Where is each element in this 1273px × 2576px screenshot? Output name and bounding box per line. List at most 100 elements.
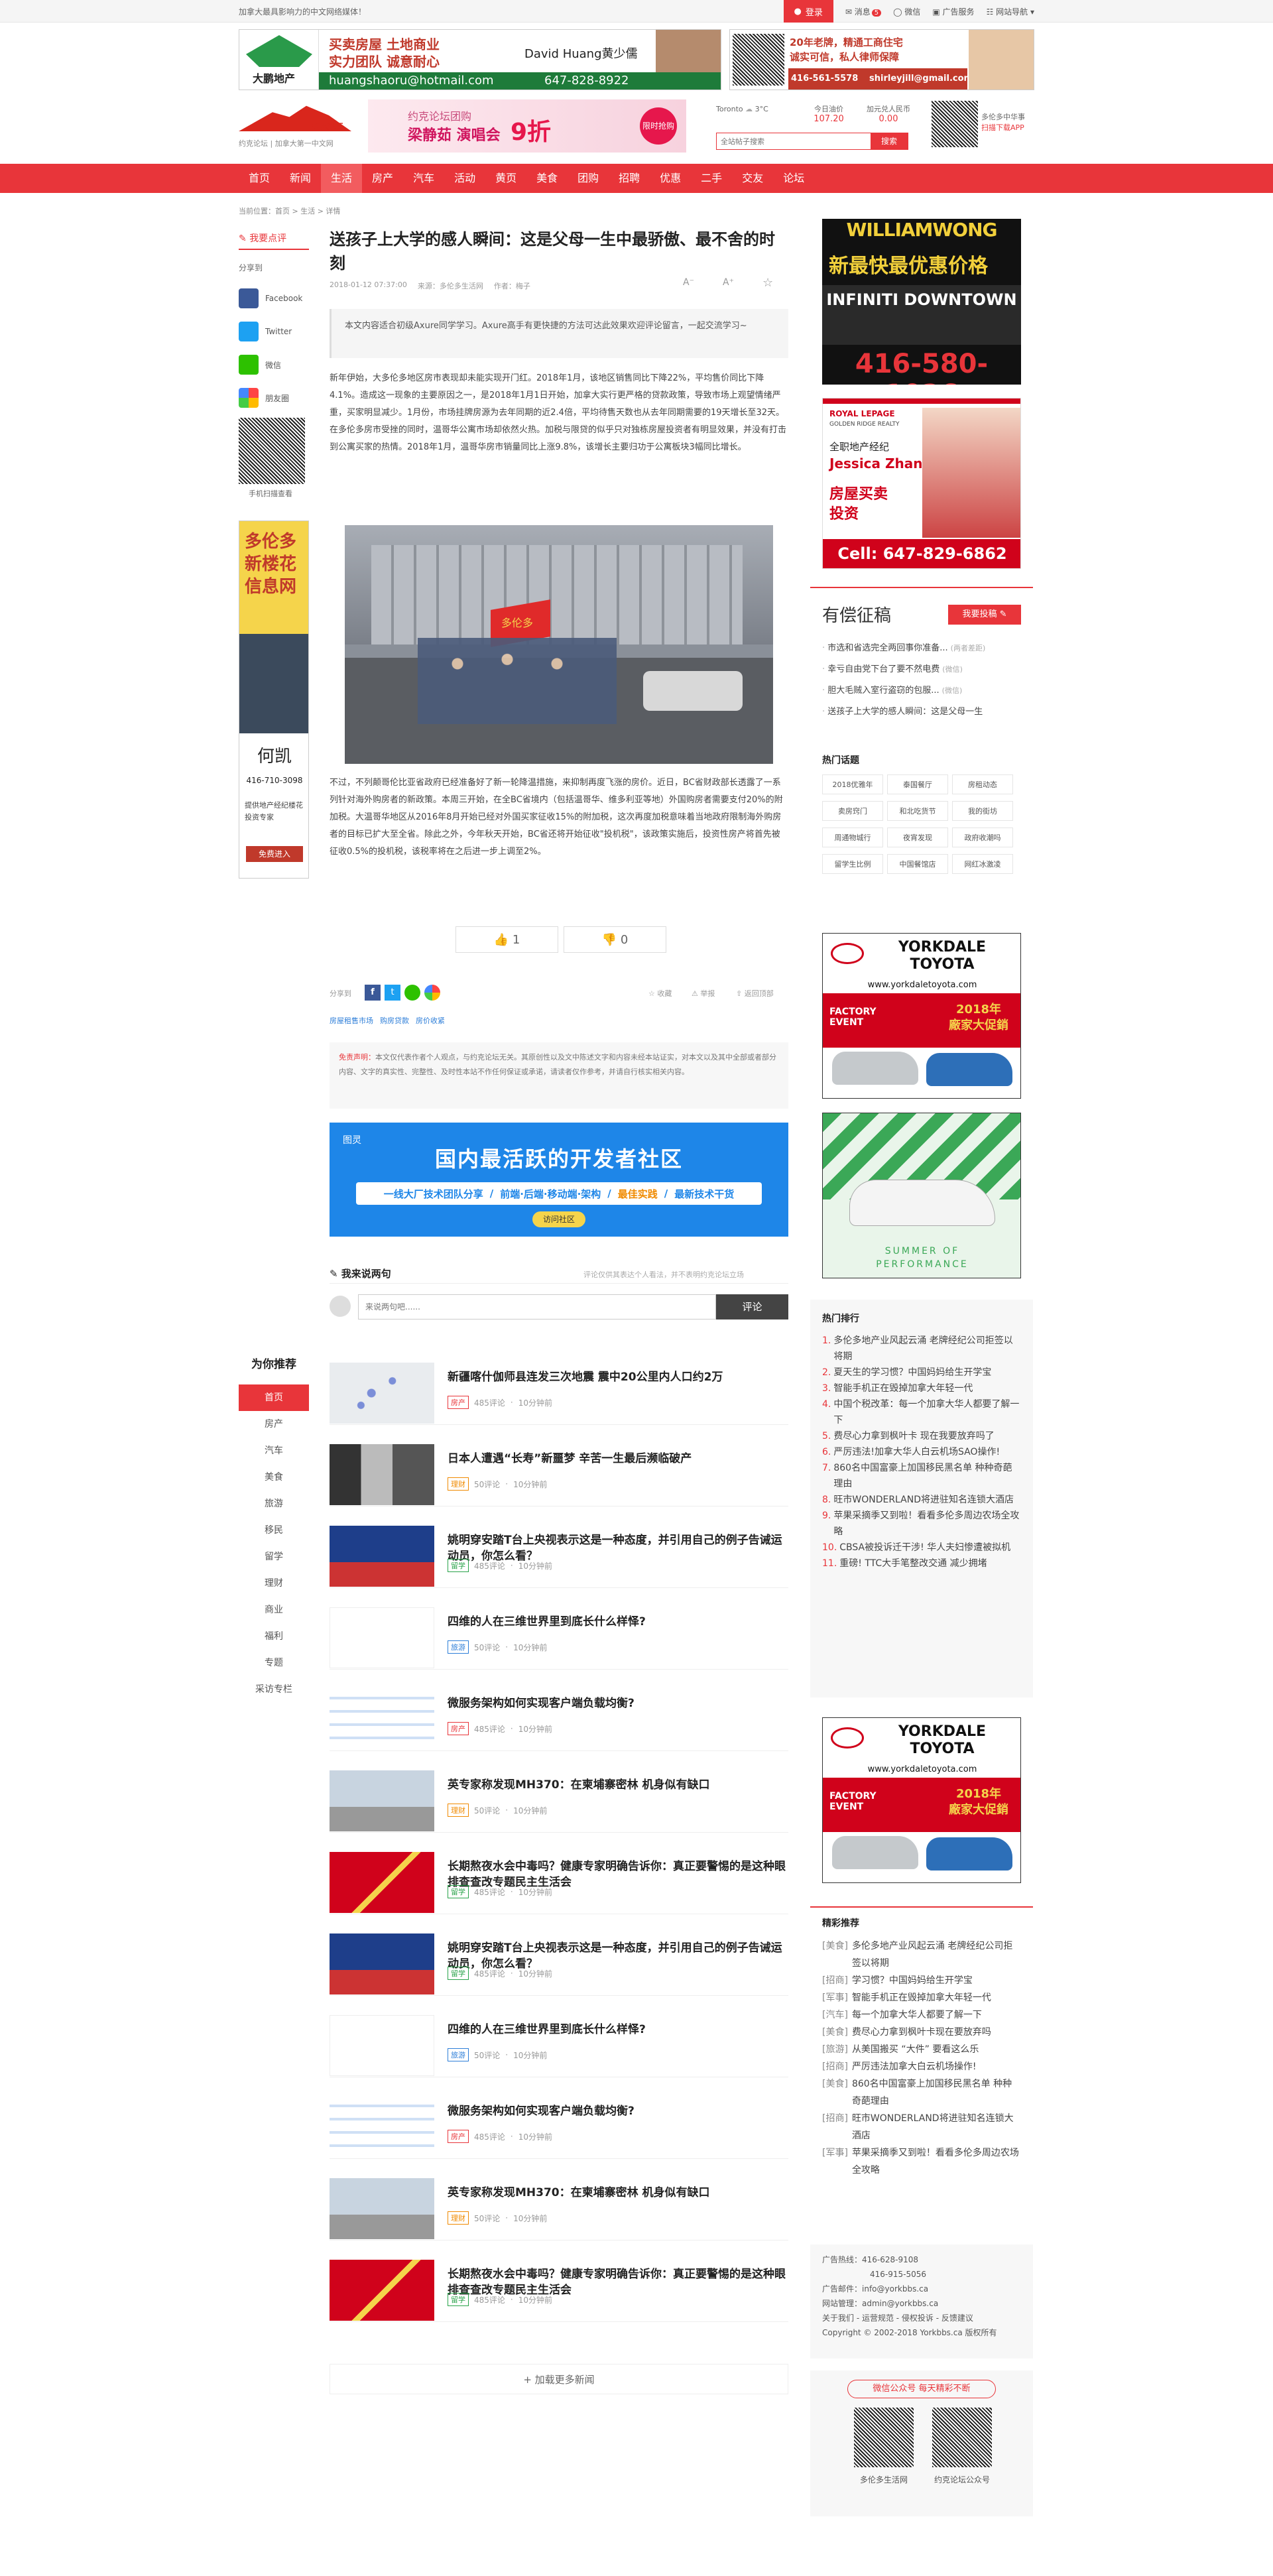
hot-rank-item[interactable]: 10. CBSA被投诉迁干涉! 华人夫妇惨遭被拟机 — [822, 1540, 1021, 1556]
article-tag[interactable]: 购房贷款 — [380, 1015, 409, 1026]
feed-item[interactable]: 微服务架构如何实现客户端负载均衡? 房产 485评论 · 10分钟前 — [330, 1681, 788, 1751]
hot-rank-item[interactable]: 3. 智能手机正在毁掉加拿大年轻一代 — [822, 1380, 1021, 1396]
nav-item[interactable]: 生活 — [321, 164, 363, 193]
nav-item[interactable]: 美食 — [526, 164, 568, 193]
search-button[interactable]: 搜索 — [871, 133, 908, 149]
wanted-item[interactable]: · 送孩子上大学的感人瞬间：这是父母一生 — [822, 702, 1021, 723]
real-estate-banner-ad[interactable]: 大鹏地产 买卖房屋 土地商业 实力团队 诚意耐心 David Huang黄少儒 … — [239, 29, 721, 90]
pick-item[interactable]: [美食] 860名中国富豪上加国移民黑名单 种种奇葩理由 — [822, 2075, 1021, 2110]
back-to-top-button[interactable]: ⇧ 返回顶部 — [736, 988, 774, 999]
infiniti-ad[interactable]: WILLIAMWONG 新最快最优惠价格 INFINITI DOWNTOWN 4… — [822, 219, 1021, 385]
login-button[interactable]: ● 登录 — [783, 0, 833, 23]
hot-topic-tag[interactable]: 和北吃货节 — [887, 801, 948, 821]
nav-item[interactable]: 交友 — [732, 164, 773, 193]
nav-item[interactable]: 论坛 — [773, 164, 814, 193]
feed-item[interactable]: 日本人遭遇“长寿”新噩梦 辛苦一生最后濒临破产 理财 50评论 · 10分钟前 — [330, 1436, 788, 1506]
pick-item[interactable]: [军事] 苹果采摘季又到啦！看看多伦多周边农场全攻略 — [822, 2144, 1021, 2179]
hot-topic-tag[interactable]: 卖房窍门 — [822, 801, 883, 821]
load-more-button[interactable]: + 加载更多新闻 — [330, 2364, 788, 2394]
hot-topic-tag[interactable]: 留学生比例 — [822, 854, 883, 874]
pick-item[interactable]: [招商] 严厉违法加拿大白云机场操作! — [822, 2058, 1021, 2075]
submit-comment-button[interactable]: 评论 — [716, 1294, 788, 1319]
font-decrease-icon[interactable]: A⁻ — [683, 277, 694, 288]
hot-rank-item[interactable]: 8. 旺市WONDERLAND将进驻知名连锁大酒店 — [822, 1492, 1021, 1508]
recommend-category[interactable]: 移民 — [239, 1517, 309, 1544]
feed-item[interactable]: 英专家称发现MH370：在柬埔寨密林 机身似有缺口 理财 50评论 · 10分钟前 — [330, 2170, 788, 2240]
comment-input[interactable] — [358, 1294, 716, 1319]
ad-service-link[interactable]: ▣ 广告服务 — [932, 6, 974, 17]
pick-item[interactable]: [美食] 多伦多地产业风起云涌 老牌经纪公司拒签以将期 — [822, 1937, 1021, 1972]
toyota-ad-2[interactable]: YORKDALE TOYOTA www.yorkdaletoyota.com F… — [822, 1717, 1021, 1883]
nav-item[interactable]: 汽车 — [403, 164, 444, 193]
app-download[interactable]: 多伦多中华事 扫描下载APP — [981, 111, 1025, 133]
pick-item[interactable]: [美食] 费尽心力拿到枫叶卡现在要放弃吗 — [822, 2024, 1021, 2041]
recommend-category[interactable]: 理财 — [239, 1570, 309, 1597]
recommend-category[interactable]: 美食 — [239, 1464, 309, 1491]
wanted-item[interactable]: · 市选和省选完全两回事你准备... (两者差距) — [822, 638, 1021, 659]
share-twitter-icon[interactable]: t — [385, 985, 400, 1001]
font-increase-icon[interactable]: A⁺ — [723, 277, 734, 288]
nav-item[interactable]: 首页 — [239, 164, 280, 193]
wanted-item[interactable]: · 胆大毛贼入室行盗窃的包服... (微信) — [822, 680, 1021, 702]
nav-item[interactable]: 二手 — [691, 164, 732, 193]
recommend-category[interactable]: 专题 — [239, 1650, 309, 1676]
nav-item[interactable]: 新闻 — [280, 164, 321, 193]
feed-item[interactable]: 姚明穿安踏T台上央视表示这是一种态度，并引用自己的例子告诫运动员，你怎么看？ 留学… — [330, 1926, 788, 1996]
share-facebook[interactable]: Facebook — [239, 282, 309, 315]
hot-topic-tag[interactable]: 泰国餐厅 — [887, 774, 948, 794]
nav-item[interactable]: 优惠 — [650, 164, 691, 193]
share-facebook-icon[interactable]: f — [365, 985, 381, 1001]
hot-topic-tag[interactable]: 夜宵发现 — [887, 828, 948, 847]
nav-item[interactable]: 招聘 — [609, 164, 650, 193]
lawyer-banner-ad[interactable]: 20年老牌，精通工商住宅 诚实可信，私人律师保障 416-561-5578 sh… — [729, 29, 1034, 90]
feed-item[interactable]: 姚明穿安踏T台上央视表示这是一种态度，并引用自己的例子告诫运动员，你怎么看？ 留学… — [330, 1518, 788, 1588]
acura-ad[interactable]: SUMMER OF PERFORMANCE — [822, 1113, 1021, 1278]
hot-rank-item[interactable]: 5. 费尽心力拿到枫叶卡 现在我要放弃吗了 — [822, 1428, 1021, 1444]
pick-item[interactable]: [汽车] 每一个加拿大华人都要了解一下 — [822, 2006, 1021, 2024]
share-wechat-icon[interactable] — [404, 985, 420, 1001]
messages-link[interactable]: ✉ 消息 5 — [845, 6, 882, 17]
hot-rank-item[interactable]: 2. 夏天生的学习惯？中国妈妈给生开学宝 — [822, 1365, 1021, 1380]
pick-item[interactable]: [旅游] 从美国搬买 “大件” 要看这么乐 — [822, 2041, 1021, 2058]
share-moments-icon[interactable] — [424, 985, 440, 1001]
article-tag[interactable]: 房价收紧 — [416, 1015, 445, 1026]
concert-promo-ad[interactable]: 约克论坛团购 梁静茹 演唱会 9折 限时抢购 — [368, 99, 686, 153]
recommend-category[interactable]: 旅游 — [239, 1491, 309, 1517]
feed-item[interactable]: 四维的人在三维世界里到底长什么样怿? 旅游 50评论 · 10分钟前 — [330, 2007, 788, 2077]
pick-item[interactable]: [军事] 智能手机正在毁掉加拿大年轻一代 — [822, 1989, 1021, 2006]
hot-topic-tag[interactable]: 网红冰激凌 — [952, 854, 1013, 874]
comment-button[interactable]: ✎ 我要点评 — [239, 227, 309, 250]
hot-topic-tag[interactable]: 2018优雅年 — [822, 774, 883, 794]
realtor-ad[interactable]: ROYAL LEPAGE GOLDEN RIDGE REALTY 全职地产经纪 … — [822, 398, 1021, 569]
report-button[interactable]: ⚠ 举报 — [692, 988, 715, 999]
dislike-button[interactable]: 👎 0 — [564, 926, 666, 953]
nav-item[interactable]: 黄页 — [485, 164, 526, 193]
hot-rank-item[interactable]: 1. 多伦多地产业风起云涌 老牌经纪公司拒签以将期 — [822, 1333, 1021, 1365]
recommend-category[interactable]: 房产 — [239, 1411, 309, 1438]
pick-item[interactable]: [招商] 旺市WONDERLAND将进驻知名连锁大酒店 — [822, 2110, 1021, 2144]
nav-item[interactable]: 房产 — [362, 164, 403, 193]
feed-item[interactable]: 新疆喀什伽师县连发三次地震 震中20公里内人口约2万 房产 485评论 · 10分钟前 — [330, 1355, 788, 1425]
star-icon[interactable]: ☆ — [762, 276, 773, 290]
wanted-item[interactable]: · 幸亏自由党下台了要不然电费 (微信) — [822, 659, 1021, 680]
hot-topic-tag[interactable]: 政府收潮吗 — [952, 828, 1013, 847]
hot-topic-tag[interactable]: 房租动态 — [952, 774, 1013, 794]
like-button[interactable]: 👍 1 — [455, 926, 558, 953]
hot-rank-item[interactable]: 7. 860名中国富豪上加国移民黑名单 种种奇葩理由 — [822, 1460, 1021, 1492]
hot-rank-item[interactable]: 9. 苹果采摘季又到啦！看看多伦多周边农场全攻略 — [822, 1508, 1021, 1540]
recommend-category[interactable]: 福利 — [239, 1623, 309, 1650]
collect-button[interactable]: ☆ 收藏 — [648, 988, 672, 999]
feed-item[interactable]: 四维的人在三维世界里到底长什么样怿? 旅游 50评论 · 10分钟前 — [330, 1599, 788, 1670]
search-input[interactable] — [717, 133, 871, 149]
recommend-category[interactable]: 采访专栏 — [239, 1676, 309, 1703]
submit-article-button[interactable]: 我要投稿 ✎ — [948, 605, 1021, 625]
recommend-category[interactable]: 首页 — [239, 1384, 309, 1411]
developer-community-ad[interactable]: 图灵 国内最活跃的开发者社区 一线大厂技术团队分享 / 前端·后端·移动端·架构 / 最… — [330, 1123, 788, 1237]
hot-topic-tag[interactable]: 我的街坊 — [952, 801, 1013, 821]
nav-item[interactable]: 团购 — [568, 164, 609, 193]
recommend-category[interactable]: 汽车 — [239, 1438, 309, 1464]
share-twitter[interactable]: Twitter — [239, 315, 309, 348]
site-nav-link[interactable]: ☷ 网站导航 ▾ — [987, 6, 1034, 17]
share-wechat[interactable]: 微信 — [239, 348, 309, 381]
article-tag[interactable]: 房屋租售市场 — [330, 1015, 373, 1026]
